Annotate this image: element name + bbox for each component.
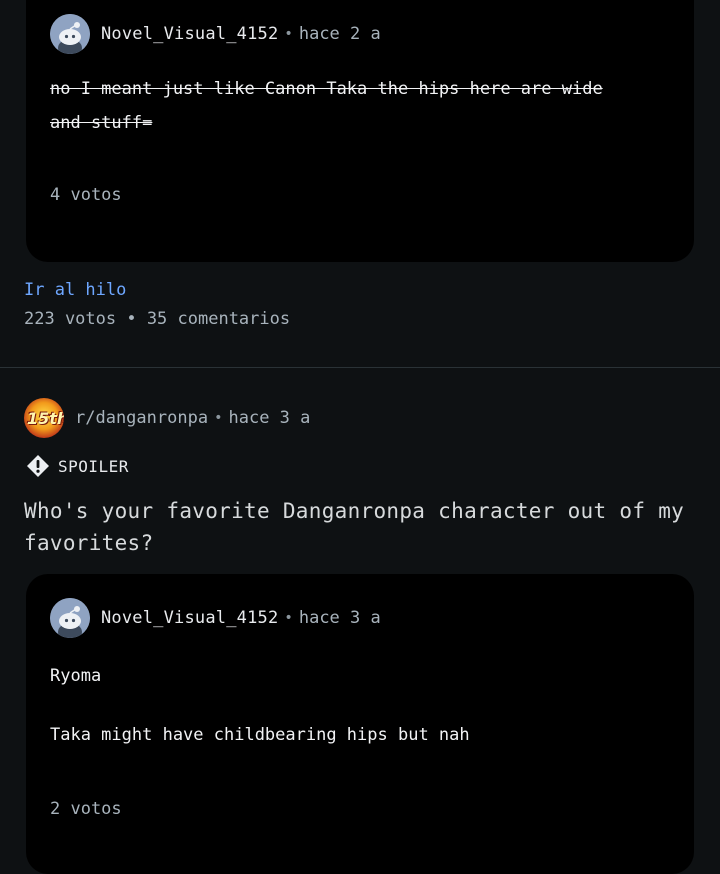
comment-timestamp: hace 2 a xyxy=(298,24,381,44)
comment-votes: 2 votos xyxy=(50,799,122,819)
user-avatar-icon[interactable] xyxy=(50,14,90,54)
meta-separator: • xyxy=(284,610,293,626)
subreddit-icon[interactable]: 15th xyxy=(24,398,64,438)
meta-separator: • xyxy=(284,26,293,42)
comment-username[interactable]: Novel_Visual_4152 xyxy=(101,24,278,44)
comment-username[interactable]: Novel_Visual_4152 xyxy=(101,608,278,628)
thread-stats: 223 votos • 35 comentarios xyxy=(24,309,291,329)
comment-meta-1: Novel_Visual_4152 • hace 2 a xyxy=(50,14,381,54)
post-title[interactable]: Who's your favorite Danganronpa characte… xyxy=(24,495,700,559)
post-timestamp: hace 3 a xyxy=(228,408,311,428)
comment-timestamp: hace 3 a xyxy=(298,608,381,628)
spoiler-tag: SPOILER xyxy=(26,454,129,478)
comment-body-line-2: Taka might have childbearing hips but na… xyxy=(50,725,470,745)
comment-votes: 4 votos xyxy=(50,185,122,205)
comment-card-1[interactable]: Novel_Visual_4152 • hace 2 a no I meant … xyxy=(26,0,694,262)
post-divider xyxy=(0,367,720,368)
comment-meta-2: Novel_Visual_4152 • hace 3 a xyxy=(50,598,381,638)
subreddit-icon-text: 15th xyxy=(27,409,64,428)
comment-card-2[interactable]: Novel_Visual_4152 • hace 3 a Ryoma Taka … xyxy=(26,574,694,874)
subreddit-name[interactable]: r/danganronpa xyxy=(75,408,208,428)
post-meta: 15th r/danganronpa • hace 3 a xyxy=(24,398,310,438)
spoiler-label: SPOILER xyxy=(58,456,129,476)
spoiler-warning-icon xyxy=(27,455,49,477)
go-to-thread-link[interactable]: Ir al hilo xyxy=(24,280,126,300)
meta-separator: • xyxy=(214,410,223,426)
comment-body-line-1: Ryoma xyxy=(50,666,102,686)
comment-body: no I meant just like Canon Taka the hips… xyxy=(50,79,603,133)
user-avatar-icon[interactable] xyxy=(50,598,90,638)
